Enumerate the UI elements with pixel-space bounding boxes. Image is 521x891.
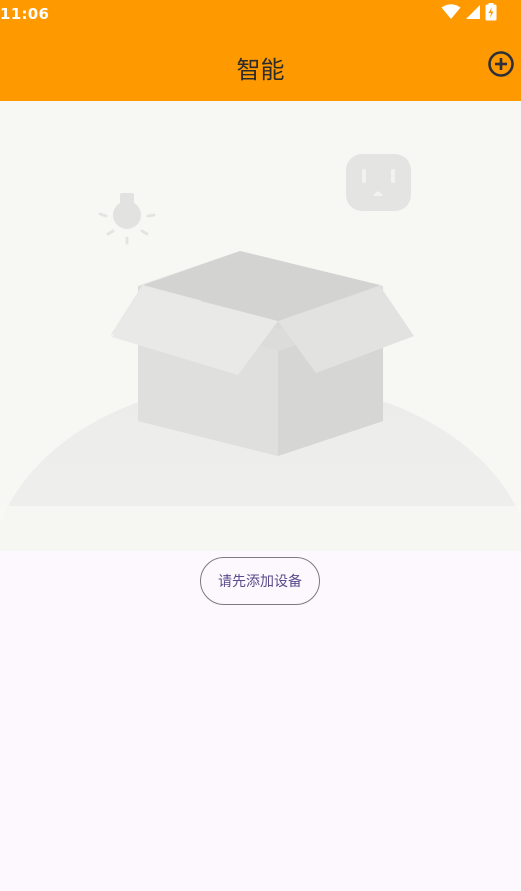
page-title: 智能	[236, 56, 285, 84]
add-device-button[interactable]: 请先添加设备	[200, 557, 320, 605]
app-screen: 11:06 智能 请先添加设备	[0, 0, 521, 891]
lightbulb-icon	[98, 193, 156, 245]
add-circle-icon	[487, 50, 515, 82]
status-icons	[441, 3, 497, 25]
status-bar: 11:06	[0, 0, 521, 28]
battery-charging-icon	[485, 3, 497, 25]
empty-box-illustration	[0, 101, 521, 551]
add-device-label: 请先添加设备	[218, 574, 302, 590]
wifi-icon	[441, 4, 461, 24]
box-icon	[110, 251, 414, 456]
socket-icon	[346, 154, 411, 211]
add-button[interactable]	[487, 50, 515, 82]
cellular-signal-icon	[465, 4, 481, 24]
status-time: 11:06	[0, 5, 50, 23]
toolbar: 智能	[0, 28, 521, 101]
